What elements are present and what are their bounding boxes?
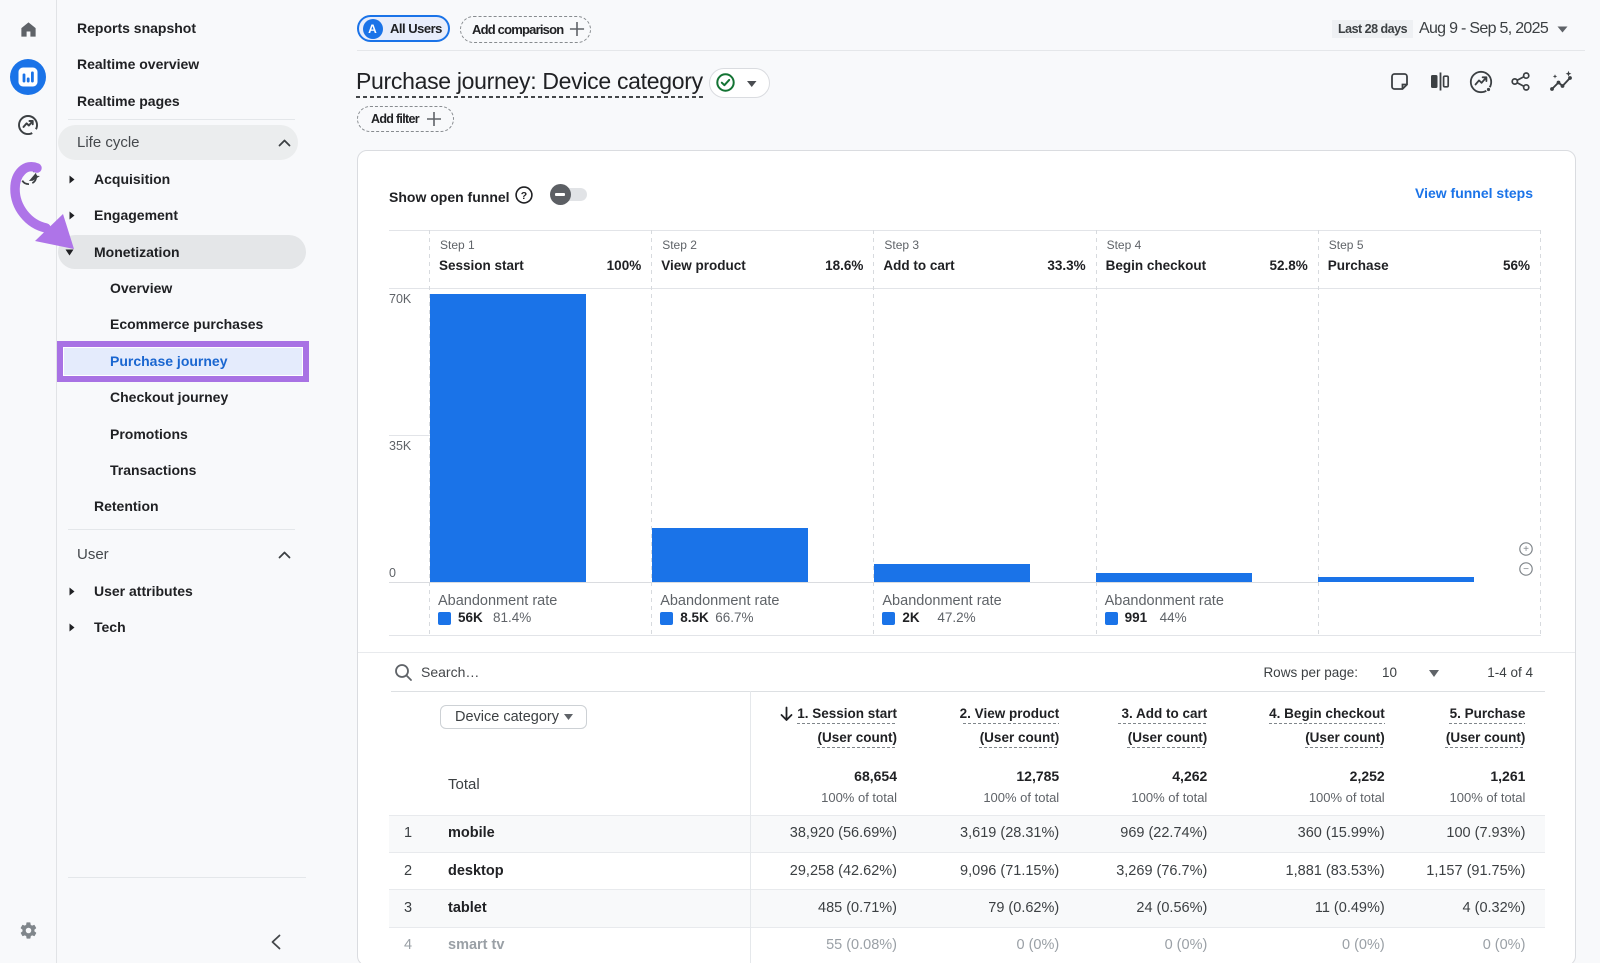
svg-text:−: −	[1523, 564, 1529, 575]
svg-text:+: +	[1523, 544, 1529, 555]
svg-text:?: ?	[521, 190, 527, 202]
